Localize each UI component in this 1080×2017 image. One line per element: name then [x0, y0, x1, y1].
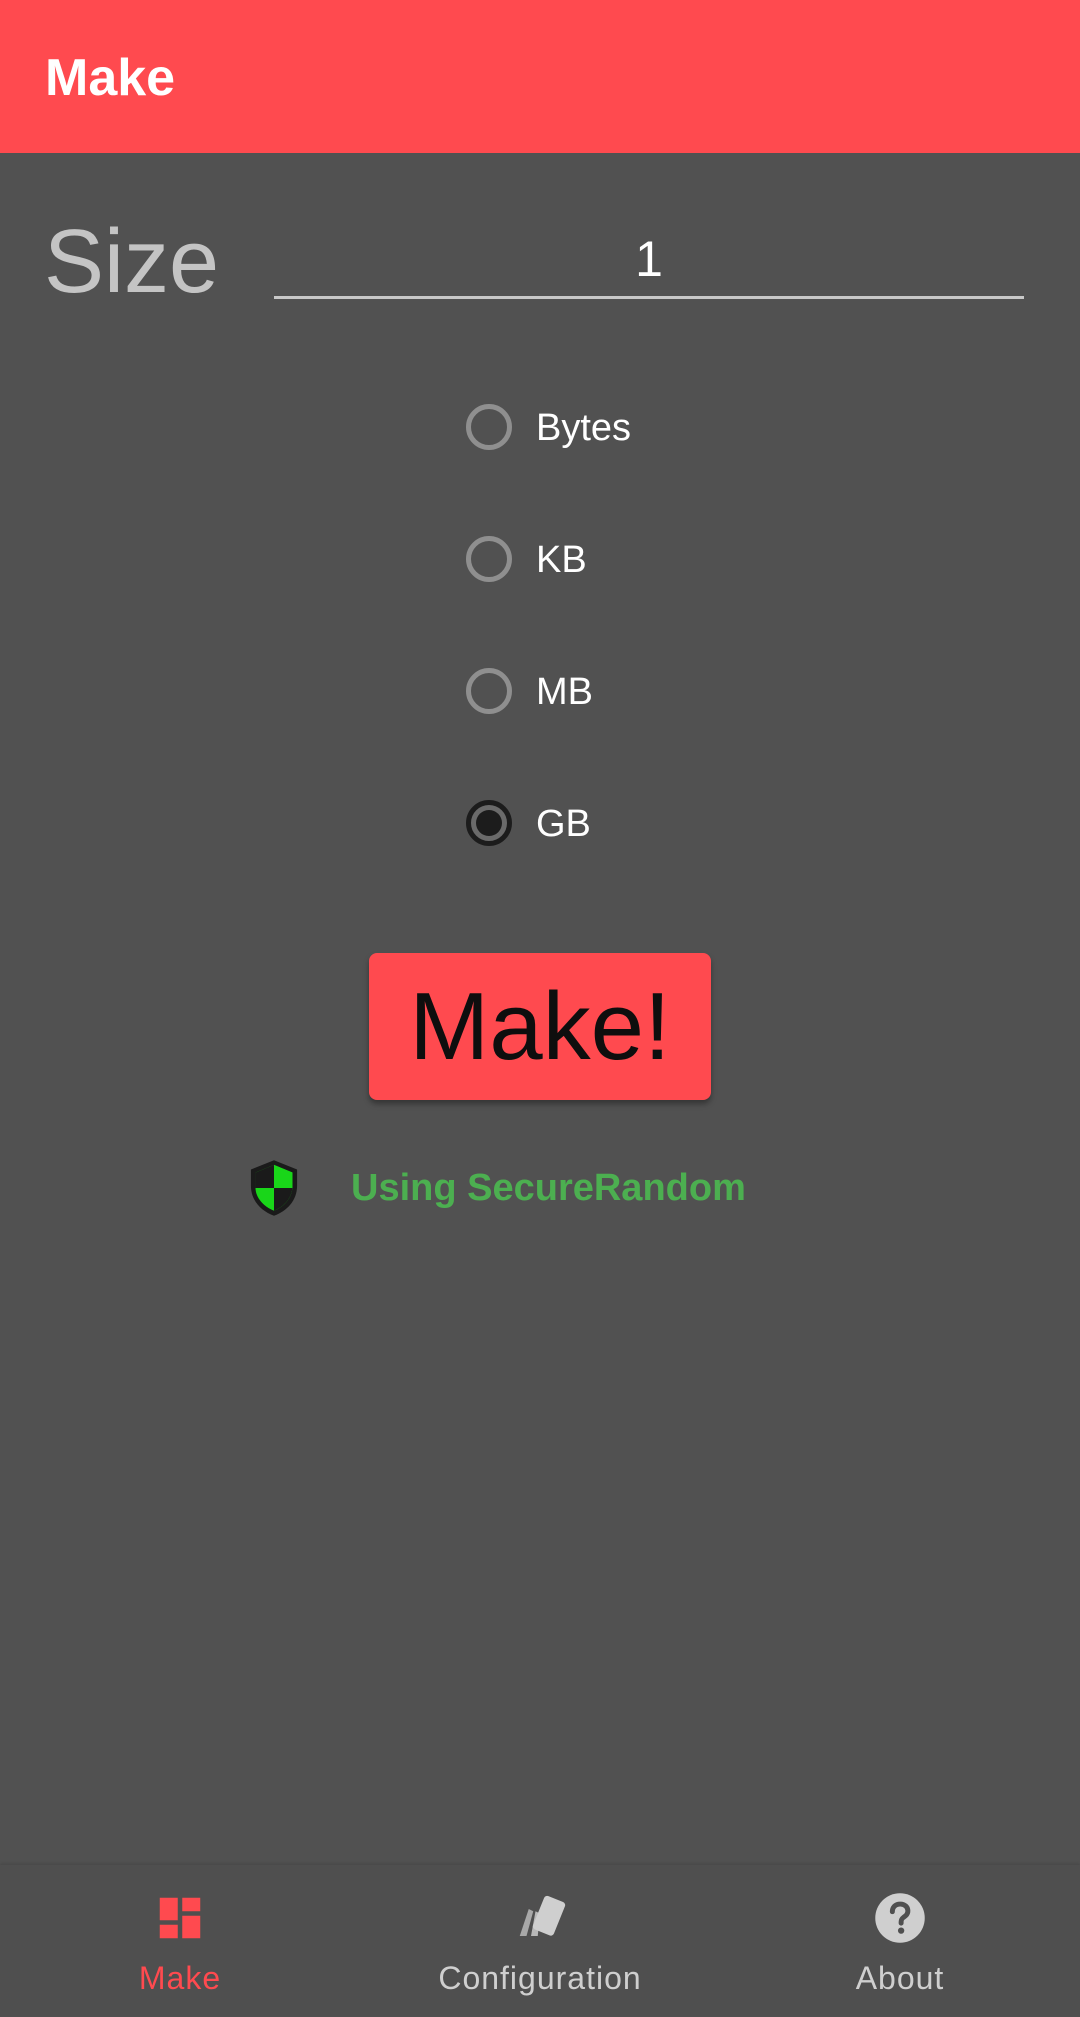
radio-button-checked-icon	[466, 800, 512, 846]
secure-random-text: Using SecureRandom	[351, 1167, 746, 1209]
unit-option-mb[interactable]: MB	[462, 664, 862, 724]
dashboard-icon	[159, 1897, 201, 1939]
unit-option-bytes[interactable]: Bytes	[462, 400, 862, 460]
unit-option-label: Bytes	[536, 407, 632, 449]
help-icon	[875, 1893, 925, 1943]
unit-option-kb[interactable]: KB	[462, 532, 862, 592]
unit-option-label: GB	[536, 803, 591, 845]
unit-option-label: MB	[536, 671, 593, 713]
radio-button-icon	[466, 668, 512, 714]
nav-item-label: Configuration	[438, 1960, 642, 1996]
unit-option-label: KB	[536, 539, 587, 581]
nav-item-label: About	[855, 1960, 945, 1996]
page-title: Make	[45, 49, 176, 107]
app-bar: Make	[0, 0, 1080, 153]
size-input[interactable]	[274, 222, 1024, 299]
secure-random-status: Using SecureRandom	[246, 1158, 846, 1218]
shield-icon	[250, 1160, 298, 1216]
unit-option-gb[interactable]: GB	[462, 796, 862, 856]
make-button[interactable]: Make!	[369, 953, 711, 1100]
radio-button-icon	[466, 404, 512, 450]
nav-item-about[interactable]: About	[720, 1865, 1080, 2017]
radio-button-icon	[466, 536, 512, 582]
nav-item-configuration[interactable]: Configuration	[360, 1865, 720, 2017]
cards-icon	[519, 1895, 566, 1936]
nav-item-make[interactable]: Make	[0, 1865, 360, 2017]
radio-dot	[476, 810, 502, 836]
nav-item-label: Make	[138, 1960, 222, 1996]
bottom-navigation: Make Configuration About	[0, 1865, 1080, 2017]
size-label: Size	[44, 212, 220, 312]
